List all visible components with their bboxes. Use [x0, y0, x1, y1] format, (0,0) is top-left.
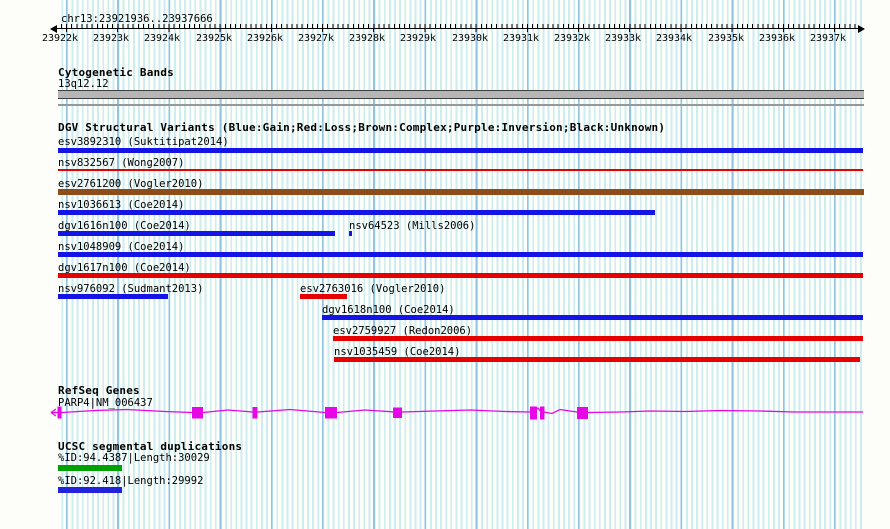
refseq-header: RefSeq Genes — [58, 384, 140, 397]
variant-label[interactable]: esv2759927 (Redon2006) — [333, 326, 472, 337]
variant-bar[interactable] — [58, 294, 168, 299]
variant-bar[interactable] — [333, 336, 863, 341]
axis-right-arrow-icon — [858, 25, 865, 33]
cytoband-bar[interactable] — [58, 90, 864, 99]
variant-label[interactable]: esv2761200 (Vogler2010) — [58, 179, 203, 190]
axis-tick: 23928k — [348, 33, 386, 44]
axis-tick: 23926k — [246, 33, 284, 44]
variant-label[interactable]: esv2763016 (Vogler2010) — [300, 284, 445, 295]
axis-tick: 23929k — [399, 33, 437, 44]
axis-tick: 23935k — [707, 33, 745, 44]
axis-tick: 23927k — [297, 33, 335, 44]
cytobands-header: Cytogenetic Bands — [58, 66, 174, 79]
dgv-header: DGV Structural Variants (Blue:Gain;Red:L… — [58, 121, 666, 134]
variant-label[interactable]: esv3892310 (Suktitipat2014) — [58, 137, 229, 148]
segdup-header: UCSC segmental duplications — [58, 440, 243, 453]
axis-left-arrow-icon — [50, 25, 57, 33]
segdup-label[interactable]: %ID:92.418|Length:29992 — [58, 476, 203, 487]
variant-bar[interactable] — [58, 252, 863, 257]
cytoband-subline — [58, 104, 864, 106]
variant-bar[interactable] — [58, 148, 863, 153]
axis-tick: 23936k — [758, 33, 796, 44]
variant-bar[interactable] — [58, 210, 655, 215]
variant-label[interactable]: nsv1036613 (Coe2014) — [58, 200, 184, 211]
variant-bar[interactable] — [58, 273, 863, 278]
variant-label[interactable]: nsv976092 (Sudmant2013) — [58, 284, 203, 295]
variant-bar[interactable] — [58, 169, 863, 171]
variant-label[interactable]: nsv1035459 (Coe2014) — [334, 347, 460, 358]
axis-tick: 23925k — [195, 33, 233, 44]
variant-label[interactable]: nsv832567 (Wong2007) — [58, 158, 184, 169]
axis-tick: 23932k — [553, 33, 591, 44]
variant-label[interactable]: nsv64523 (Mills2006) — [349, 221, 475, 232]
axis-tick: 23934k — [655, 33, 693, 44]
variant-label[interactable]: dgv1618n100 (Coe2014) — [322, 305, 455, 316]
axis-tick: 23924k — [143, 33, 181, 44]
axis-major-ticks — [66, 29, 842, 32]
variant-label[interactable]: nsv1048909 (Coe2014) — [58, 242, 184, 253]
axis-tick: 23922k — [41, 33, 79, 44]
segdup-bar[interactable] — [58, 465, 122, 471]
variant-bar[interactable] — [334, 357, 860, 362]
variant-bar[interactable] — [349, 231, 352, 236]
axis-tick: 23933k — [604, 33, 642, 44]
cytoband-label[interactable]: 13q12.12 — [58, 79, 109, 90]
segdup-label[interactable]: %ID:94.4387|Length:30029 — [58, 453, 210, 464]
variant-label[interactable]: dgv1616n100 (Coe2014) — [58, 221, 191, 232]
variant-bar[interactable] — [58, 231, 335, 236]
segdup-bar[interactable] — [58, 487, 122, 493]
variant-bar[interactable] — [300, 294, 347, 299]
variant-bar[interactable] — [322, 315, 863, 320]
axis-tick: 23930k — [451, 33, 489, 44]
variant-bar[interactable] — [58, 189, 864, 195]
axis-tick: 23931k — [502, 33, 540, 44]
axis-tick: 23923k — [92, 33, 130, 44]
genome-browser-view: chr13:23921936..23937666 23922k 23923k 2… — [0, 0, 890, 529]
axis-tick: 23937k — [809, 33, 847, 44]
gene-exons — [57, 406, 588, 420]
gene-model-glyph[interactable] — [0, 404, 890, 426]
variant-label[interactable]: dgv1617n100 (Coe2014) — [58, 263, 191, 274]
